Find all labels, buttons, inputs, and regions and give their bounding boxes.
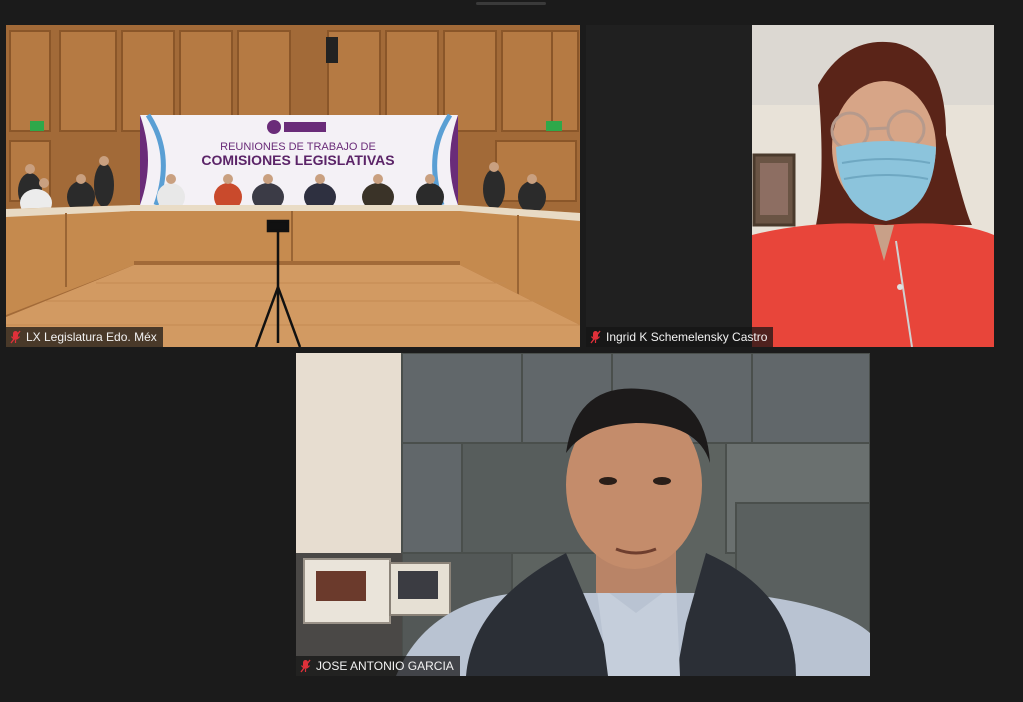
participant-name-tag: LX Legislatura Edo. Méx xyxy=(6,327,163,347)
jose-video-feed xyxy=(296,353,870,676)
participant-name-tag: Ingrid K Schemelensky Castro xyxy=(586,327,774,347)
drag-handle[interactable] xyxy=(476,2,546,5)
microphone-muted-icon xyxy=(590,330,601,344)
participant-video-tile-ingrid[interactable]: Ingrid K Schemelensky Castro xyxy=(586,25,994,347)
ingrid-video-feed xyxy=(586,25,994,347)
participant-name-tag: JOSE ANTONIO GARCIA xyxy=(296,656,460,676)
banner-title: COMISIONES LEGISLATIVAS xyxy=(201,152,394,168)
participant-video-tile-legislatura[interactable]: REUNIONES DE TRABAJO DE COMISIONES LEGIS… xyxy=(6,25,580,347)
microphone-muted-icon xyxy=(10,330,21,344)
chamber-video-feed: REUNIONES DE TRABAJO DE COMISIONES LEGIS… xyxy=(6,25,580,347)
window-top-bar xyxy=(0,0,1023,6)
video-conference-gallery: { "participants": [ { "name": "LX Legisl… xyxy=(0,0,1023,702)
participant-name: LX Legislatura Edo. Méx xyxy=(26,330,157,344)
microphone-muted-icon xyxy=(300,659,311,673)
participant-name: Ingrid K Schemelensky Castro xyxy=(606,330,768,344)
participant-video-tile-jose[interactable]: JOSE ANTONIO GARCIA xyxy=(296,353,870,676)
participant-name: JOSE ANTONIO GARCIA xyxy=(316,659,454,673)
